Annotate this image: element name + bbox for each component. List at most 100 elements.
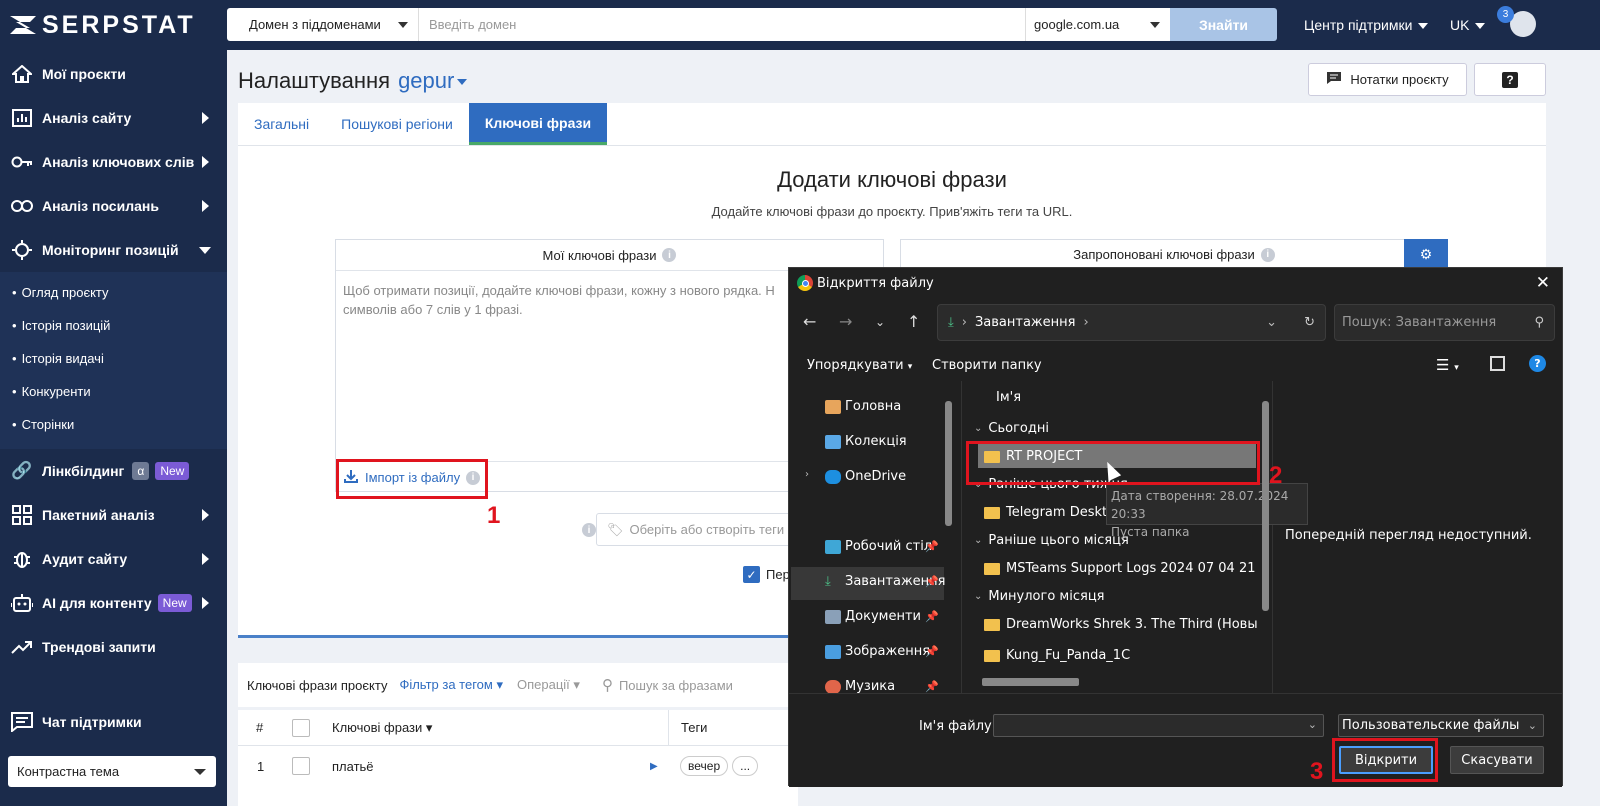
tag-chip[interactable]: вечер [680,756,729,776]
file-list-scrollbar[interactable] [1262,401,1269,611]
operations-dropdown[interactable]: Операції ▾ [517,677,580,693]
chevron-down-icon[interactable]: ⌄ [1308,718,1317,731]
file-list-hscrollbar[interactable] [982,678,1079,686]
nav-item-gallery[interactable]: Колекція [825,434,907,449]
view-options-icon[interactable]: ☰ ▾ [1436,356,1459,374]
chevron-right-icon[interactable]: ▶ [650,761,680,772]
sidebar-item-projects[interactable]: Мої проєкти [0,52,227,96]
theme-select[interactable]: Контрастна тема [8,756,216,787]
sidebar-item-site-audit[interactable]: Аудит сайту [0,537,227,581]
nav-item-pictures[interactable]: Зображення [825,644,930,659]
sidebar-item-label: Лінкбілдинг [42,463,125,479]
nav-item-documents[interactable]: Документи [825,609,921,624]
submenu-item-pages[interactable]: Сторінки [0,408,227,441]
project-notes-label: Нотатки проєкту [1350,72,1449,87]
keyword-search-input[interactable]: ⚲ Пошук за фразами [602,676,733,694]
tooltip-date: Дата створення: 28.07.2024 20:33 [1111,489,1289,521]
sidebar-item-rank-tracking[interactable]: Моніторинг позицій [0,228,227,272]
forward-arrow-icon[interactable]: → [839,312,852,331]
column-header-name[interactable]: Ім'я [996,390,1021,405]
folder-icon [984,649,1000,662]
suggestions-settings-button[interactable]: ⚙ [1404,239,1448,270]
group-today[interactable]: ⌄ Сьогодні [974,421,1049,436]
group-last-month[interactable]: ⌄ Минулого місяця [974,589,1104,604]
section-divider [238,635,798,638]
tags-select[interactable]: 🏷 Оберіть або створіть теги [596,513,796,546]
info-icon[interactable]: i [1260,247,1275,262]
nav-item-music[interactable]: Музика [825,679,895,694]
search-icon: ⚲ [601,677,613,694]
up-arrow-icon[interactable]: ↑ [907,312,920,331]
nav-scrollbar[interactable] [945,401,952,526]
sidebar-item-trends[interactable]: Трендові запити [0,625,227,669]
key-icon [10,152,34,172]
dialog-bottom-bar: Ім'я файлу: ⌄ Пользовательские файлы ⌄ Ві… [789,693,1562,787]
file-item[interactable]: Kung_Fu_Panda_1C [984,648,1258,663]
chevron-right-icon[interactable]: › [805,469,809,480]
support-chat-button[interactable]: Чат підтримки [0,700,227,744]
chevron-down-icon [457,79,468,86]
cancel-button[interactable]: Скасувати [1450,746,1544,774]
dialog-search-input[interactable]: Пошук: Завантаження ⚲ [1334,304,1555,341]
search-engine-select[interactable]: google.com.ua [1025,8,1170,41]
table-header: # Ключові фрази ▾ Теги [238,709,798,746]
refresh-icon[interactable]: ↻ [1304,315,1315,330]
domain-search-input[interactable]: Введіть домен [419,8,1025,41]
select-all-checkbox[interactable] [292,718,310,737]
file-item[interactable]: DreamWorks Shrek 3. The Third (Новый Ди [984,617,1258,632]
search-scope-select[interactable]: Домен з піддоменами [227,8,419,41]
nav-item-desktop[interactable]: Робочий стіл [825,539,932,554]
tag-filter-dropdown[interactable]: Фільтр за тегом ▾ [399,677,503,693]
submenu-item-position-history[interactable]: Історія позицій [0,309,227,342]
sidebar-item-ai-content[interactable]: AI для контенту New [0,581,227,625]
submenu-item-serp-history[interactable]: Історія видачі [0,342,227,375]
submenu-item-overview[interactable]: Огляд проєкту [0,276,227,309]
serpstat-logo[interactable]: SERPSTAT [0,0,227,50]
chevron-right-icon [202,553,209,565]
sidebar-item-keyword-analysis[interactable]: Аналіз ключових слів [0,140,227,184]
project-select[interactable]: gepur [398,68,468,93]
tab-keywords[interactable]: Ключові фрази [468,103,608,145]
organize-menu[interactable]: Упорядкувати ▾ [807,358,912,373]
help-icon[interactable]: ? [1529,355,1546,372]
sidebar-item-link-analysis[interactable]: Аналіз посилань [0,184,227,228]
nav-item-home[interactable]: Головна [825,399,901,414]
sidebar-item-linkbuilding[interactable]: 🔗 Лінкбілдинг α New [0,449,227,493]
chevron-down-icon[interactable]: ⌄ [1266,315,1277,330]
sidebar-item-site-analysis[interactable]: Аналіз сайту [0,96,227,140]
group-this-month[interactable]: ⌄ Раніше цього місяця [974,533,1129,548]
tab-general[interactable]: Загальні [238,103,325,145]
download-icon: ⤓ [948,315,954,330]
info-icon[interactable]: i [582,523,596,537]
new-folder-button[interactable]: Створити папку [932,358,1042,373]
close-icon[interactable]: ✕ [1536,273,1550,293]
section-subheading: Додайте ключові фрази до проєкту. Прив'я… [711,204,1073,219]
project-notes-button[interactable]: Нотатки проєкту [1308,63,1467,96]
nav-item-onedrive[interactable]: OneDrive [825,469,906,484]
filetype-select[interactable]: Пользовательские файлы ⌄ [1338,714,1544,737]
serpstat-logo-icon [10,16,36,34]
more-tags-button[interactable]: ... [732,756,759,776]
back-arrow-icon[interactable]: ← [803,312,816,331]
tab-search-regions[interactable]: Пошукові регіони [325,103,469,145]
option-checkbox[interactable]: ✓ [743,566,760,583]
preview-pane-icon[interactable] [1490,356,1505,371]
chevron-right-icon [202,597,209,609]
submenu-item-competitors[interactable]: Конкуренти [0,375,227,408]
help-button[interactable]: ? [1474,63,1546,96]
info-icon[interactable]: i [662,248,677,262]
support-center-menu[interactable]: Центр підтримки [1304,17,1429,33]
chevron-down-icon[interactable]: ⌄ [875,315,885,329]
notification-badge: 3 [1497,6,1514,23]
row-checkbox[interactable] [292,757,310,775]
suggested-keywords-title: Запропоновані ключові фрази [1073,247,1255,262]
file-item[interactable]: MSTeams Support Logs 2024 07 04 21 16 1 [984,561,1258,576]
filename-input[interactable]: ⌄ [993,714,1324,737]
row-number: 1 [257,758,265,774]
language-select[interactable]: UK [1450,17,1486,33]
sidebar-item-batch-analysis[interactable]: Пакетний аналіз [0,493,227,537]
address-bar[interactable]: ⤓ › Завантаження › ⌄ ↻ [937,304,1326,341]
nav-item-label: Головна [845,399,902,414]
column-header-keywords[interactable]: Ключові фрази ▾ [332,720,668,736]
find-button[interactable]: Знайти [1170,8,1277,41]
